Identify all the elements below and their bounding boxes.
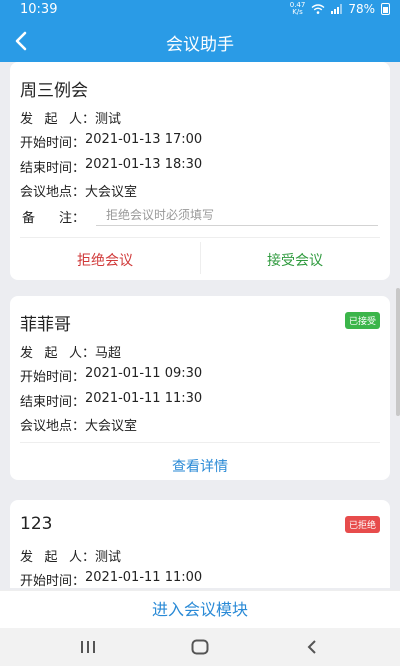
location-row: 会议地点： 大会议室 — [20, 181, 137, 200]
note-label: 备 注 — [22, 211, 72, 226]
scrollbar[interactable] — [396, 288, 400, 416]
start-time-value: 2021-01-11 09:30 — [85, 366, 203, 381]
page-title: 会议助手 — [166, 35, 234, 55]
wifi-icon — [311, 4, 325, 14]
meeting-list[interactable]: 周三例会 发 起 人 ： 测试 开始时间： 2021-01-13 17:00 结… — [0, 62, 400, 588]
start-time-row: 开始时间： 2021-01-13 17:00 — [20, 132, 202, 151]
location-value: 大会议室 — [85, 419, 138, 434]
enter-meeting-module-button[interactable]: 进入会议模块 — [0, 590, 400, 628]
back-icon — [307, 640, 316, 654]
start-time-label: 开始时间： — [20, 370, 86, 385]
meeting-card: 菲菲哥 已接受 发 起 人 ： 马超 开始时间： 2021-01-11 09:3… — [10, 296, 390, 480]
status-badge-rejected: 已拒绝 — [344, 516, 380, 533]
accept-meeting-button[interactable]: 接受会议 — [200, 250, 390, 270]
end-time-label: 结束时间： — [20, 395, 86, 410]
initiator-value: 测试 — [95, 550, 122, 565]
location-row: 会议地点： 大会议室 — [20, 415, 137, 434]
meeting-title: 123 — [20, 514, 53, 534]
initiator-label: 发 起 人 — [20, 112, 82, 127]
reject-meeting-button[interactable]: 拒绝会议 — [10, 250, 200, 270]
location-label: 会议地点： — [20, 185, 86, 200]
initiator-value: 马超 — [95, 346, 122, 361]
initiator-value: 测试 — [95, 112, 122, 127]
card-divider — [20, 442, 380, 443]
start-time-row: 开始时间： 2021-01-11 09:30 — [20, 366, 202, 385]
status-bar: 10:39 0.47 K/s 78% — [0, 0, 400, 20]
note-row: 备 注 ： — [20, 207, 85, 226]
battery-icon — [381, 3, 390, 15]
recent-apps-button[interactable] — [68, 637, 108, 657]
initiator-row: 发 起 人 ： 马超 — [20, 342, 121, 361]
status-icons: 0.47 K/s 78% — [290, 2, 390, 16]
meeting-card: 周三例会 发 起 人 ： 测试 开始时间： 2021-01-13 17:00 结… — [10, 62, 390, 280]
location-label: 会议地点： — [20, 419, 86, 434]
end-time-label: 结束时间： — [20, 161, 86, 176]
end-time-value: 2021-01-11 11:30 — [85, 391, 203, 406]
home-icon — [191, 639, 209, 655]
home-button[interactable] — [180, 637, 220, 657]
start-time-label: 开始时间： — [20, 574, 86, 588]
start-time-label: 开始时间： — [20, 136, 86, 151]
app-bar: 会议助手 — [0, 20, 400, 62]
initiator-row: 发 起 人 ： 测试 — [20, 546, 121, 565]
status-time: 10:39 — [20, 2, 58, 17]
meeting-title: 菲菲哥 — [20, 315, 71, 335]
initiator-row: 发 起 人 ： 测试 — [20, 108, 121, 127]
battery-percent: 78% — [348, 2, 375, 16]
system-nav-bar — [0, 628, 400, 666]
network-speed: 0.47 K/s — [289, 1, 306, 16]
location-value: 大会议室 — [85, 185, 138, 200]
start-time-value: 2021-01-11 11:00 — [85, 570, 203, 585]
meeting-card: 123 已拒绝 发 起 人 ： 测试 开始时间： 2021-01-11 11:0… — [10, 500, 390, 588]
view-details-button[interactable]: 查看详情 — [10, 456, 390, 476]
initiator-label: 发 起 人 — [20, 550, 82, 565]
back-nav-button[interactable] — [292, 637, 332, 657]
recent-apps-icon — [81, 641, 95, 653]
start-time-value: 2021-01-13 17:00 — [85, 132, 203, 147]
initiator-label: 发 起 人 — [20, 346, 82, 361]
status-badge-accepted: 已接受 — [344, 312, 380, 329]
end-time-row: 结束时间： 2021-01-13 18:30 — [20, 157, 202, 176]
meeting-title: 周三例会 — [20, 81, 88, 101]
end-time-value: 2021-01-13 18:30 — [85, 157, 203, 172]
signal-icon — [331, 4, 343, 14]
card-divider — [20, 237, 380, 238]
start-time-row: 开始时间： 2021-01-11 11:00 — [20, 570, 202, 588]
end-time-row: 结束时间： 2021-01-11 11:30 — [20, 391, 202, 410]
note-input[interactable] — [96, 204, 378, 226]
